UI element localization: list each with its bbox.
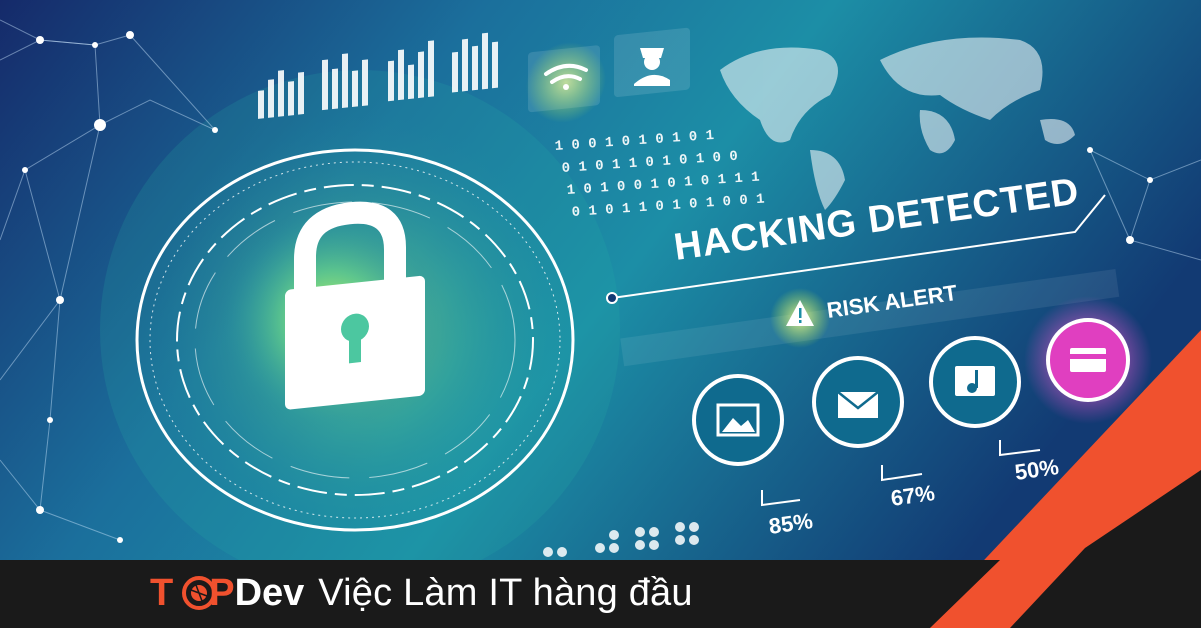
brand-tagline: Việc Làm IT hàng đầu bbox=[318, 571, 693, 614]
mail-icon bbox=[837, 391, 879, 418]
banner: 1 0 0 1 0 1 0 1 0 1 0 1 0 1 1 0 1 0 1 0 … bbox=[0, 0, 1201, 628]
brand-lockup: T P Dev Việc Làm IT hàng đầu bbox=[150, 568, 693, 618]
brand-suffix: Dev bbox=[234, 571, 305, 614]
credit-card-icon bbox=[1070, 348, 1106, 372]
brand-letter-p: P bbox=[209, 571, 235, 614]
brand-letter-t: T bbox=[150, 571, 174, 614]
music-file-icon bbox=[955, 366, 995, 396]
brand-o-mark bbox=[174, 576, 208, 610]
hacking-illustration: 1 0 0 1 0 1 0 1 0 1 0 1 0 1 1 0 1 0 1 0 … bbox=[0, 0, 1201, 628]
